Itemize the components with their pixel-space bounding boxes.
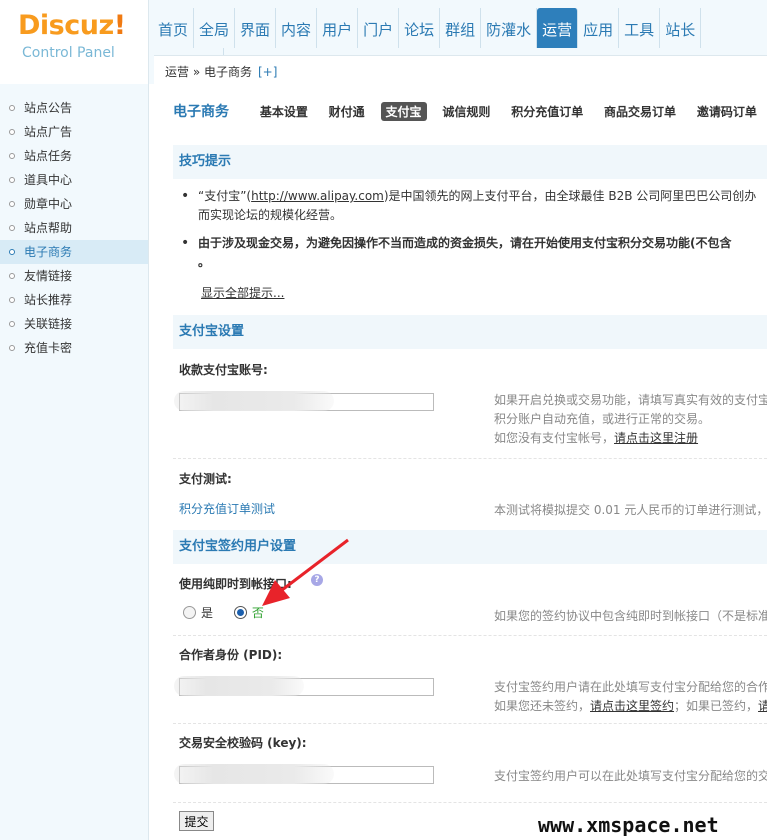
add-shortcut-button[interactable]: [+] (258, 65, 277, 79)
help-icon[interactable]: ? (311, 574, 323, 586)
nav-group[interactable]: 群组 (440, 8, 482, 48)
sign-up-link[interactable]: 请点击这里签约 (590, 699, 674, 713)
watermark: www.xmspace.net (538, 813, 719, 837)
bullet-icon (9, 321, 15, 327)
logo-brand: Discuz! (18, 10, 126, 41)
sidebar-item-links[interactable]: 友情链接 (0, 264, 148, 288)
bullet-icon (9, 105, 15, 111)
nav-operation[interactable]: 运营 (537, 8, 579, 48)
sidebar-item-related[interactable]: 关联链接 (0, 312, 148, 336)
pid-label: 合作者身份 (PID): (179, 648, 283, 662)
register-link[interactable]: 请点击这里注册 (614, 431, 698, 445)
divider (173, 723, 767, 724)
sidebar-item-ecommerce[interactable]: 电子商务 (0, 240, 148, 264)
bullet-icon (9, 153, 15, 159)
nav-founder[interactable]: 站长 (660, 8, 702, 48)
redaction-blur (174, 764, 334, 784)
tips-header: 技巧提示 (173, 145, 767, 179)
divider (173, 458, 767, 459)
tip-item-1: • “支付宝”(http://www.alipay.com)是中国领先的网上支付… (181, 188, 757, 222)
key-hint: 支付宝签约用户可以在此处填写支付宝分配给您的交 (494, 769, 767, 783)
alipay-settings-header: 支付宝设置 (173, 315, 767, 349)
tab-invite-orders[interactable]: 邀请码订单 (692, 102, 762, 121)
page-title: 电子商务 (173, 104, 229, 120)
submit-button[interactable]: 提交 (179, 811, 214, 831)
show-all-tips-link[interactable]: 显示全部提示... (201, 284, 284, 301)
key-label: 交易安全校验码 (key): (179, 736, 307, 750)
tab-credit-rules[interactable]: 诚信规则 (437, 102, 495, 121)
bullet-icon (9, 249, 15, 255)
discuz-logo: Discuz! Control Panel (0, 0, 149, 84)
bullet-icon: • (181, 235, 190, 251)
bullet-icon (9, 273, 15, 279)
test-hint: 本测试将模拟提交 0.01 元人民币的订单进行测试， (494, 503, 767, 517)
signed-settings-header: 支付宝签约用户设置 (173, 530, 767, 564)
pid-hint: 支付宝签约用户请在此处填写支付宝分配给您的合作 如果您还未签约，请点击这里签约；… (494, 678, 767, 716)
tip-item-2: • 由于涉及现金交易，为避免因操作不当而造成的资金损失，请在开始使用支付宝积分交… (181, 235, 732, 269)
bullet-icon (9, 177, 15, 183)
sidebar-item-magic[interactable]: 道具中心 (0, 168, 148, 192)
sidebar-item-announce[interactable]: 站点公告 (0, 96, 148, 120)
tab-trade-orders[interactable]: 商品交易订单 (599, 102, 681, 121)
divider (173, 635, 767, 636)
sidebar-item-help[interactable]: 站点帮助 (0, 216, 148, 240)
divider (173, 802, 767, 803)
main-content: 电子商务 基本设置 财付通 支付宝 诚信规则 积分充值订单 商品交易订单 邀请码… (154, 84, 767, 840)
alipay-link[interactable]: http://www.alipay.com (251, 189, 384, 203)
nav-tools[interactable]: 工具 (619, 8, 661, 48)
nav-portal[interactable]: 门户 (358, 8, 400, 48)
nav-user[interactable]: 用户 (317, 8, 359, 48)
sidebar: 站点公告 站点广告 站点任务 道具中心 勋章中心 站点帮助 电子商务 友情链接 … (0, 84, 149, 840)
logo-subtitle: Control Panel (22, 45, 115, 61)
top-nav: 首页 全局 界面 内容 用户 门户 论坛 群组 防灌水 运营 应用 工具 站长 … (153, 8, 767, 88)
bullet-icon (9, 297, 15, 303)
nav-style[interactable]: 界面 (235, 8, 277, 48)
instant-hint: 如果您的签约协议中包含纯即时到帐接口（不是标准 (494, 609, 767, 623)
radio-yes[interactable] (183, 606, 196, 619)
tab-tenpay[interactable]: 财付通 (324, 102, 370, 121)
instant-label: 使用纯即时到帐接口: (179, 577, 292, 591)
bullet-icon: • (181, 188, 190, 204)
nav-global[interactable]: 全局 (194, 8, 236, 48)
sidebar-item-tasks[interactable]: 站点任务 (0, 144, 148, 168)
tab-alipay[interactable]: 支付宝 (380, 102, 427, 121)
nav-plugin[interactable]: 应用 (578, 8, 620, 48)
redaction-blur (174, 676, 304, 696)
bullet-icon (9, 225, 15, 231)
bullet-icon (9, 201, 15, 207)
account-hint: 如果开启兑换或交易功能，请填写真实有效的支付宝 积分账户自动充值，或进行正常的交… (494, 393, 767, 445)
top-header: Discuz! Control Panel 首页 全局 界面 内容 用户 门户 … (0, 0, 767, 88)
radio-no[interactable] (233, 606, 247, 619)
redaction-blur (174, 391, 334, 411)
tab-credit-orders[interactable]: 积分充值订单 (506, 102, 588, 121)
nav-forum[interactable]: 论坛 (399, 8, 441, 48)
test-label: 支付测试: (179, 472, 232, 486)
sidebar-item-cardpass[interactable]: 充值卡密 (0, 336, 148, 360)
account-label: 收款支付宝账号: (179, 363, 268, 377)
nav-safe[interactable]: 防灌水 (481, 8, 538, 48)
breadcrumb-text: 运营 » 电子商务 [+] (165, 65, 278, 79)
sub-navigation: 电子商务 基本设置 财付通 支付宝 诚信规则 积分充值订单 商品交易订单 邀请码… (173, 101, 767, 123)
nav-home[interactable]: 首页 (153, 8, 195, 48)
tab-basic[interactable]: 基本设置 (255, 102, 313, 121)
nav-content[interactable]: 内容 (276, 8, 318, 48)
credit-order-test-link[interactable]: 积分充值订单测试 (179, 500, 275, 517)
breadcrumb: 运营 » 电子商务 [+] (154, 55, 767, 85)
sidebar-item-medals[interactable]: 勋章中心 (0, 192, 148, 216)
signed-link[interactable]: 请 (758, 699, 767, 713)
bullet-icon (9, 345, 15, 351)
bullet-icon (9, 129, 15, 135)
sidebar-item-ads[interactable]: 站点广告 (0, 120, 148, 144)
instant-radio-group: 是 否 (183, 604, 281, 621)
sidebar-item-recommend[interactable]: 站长推荐 (0, 288, 148, 312)
